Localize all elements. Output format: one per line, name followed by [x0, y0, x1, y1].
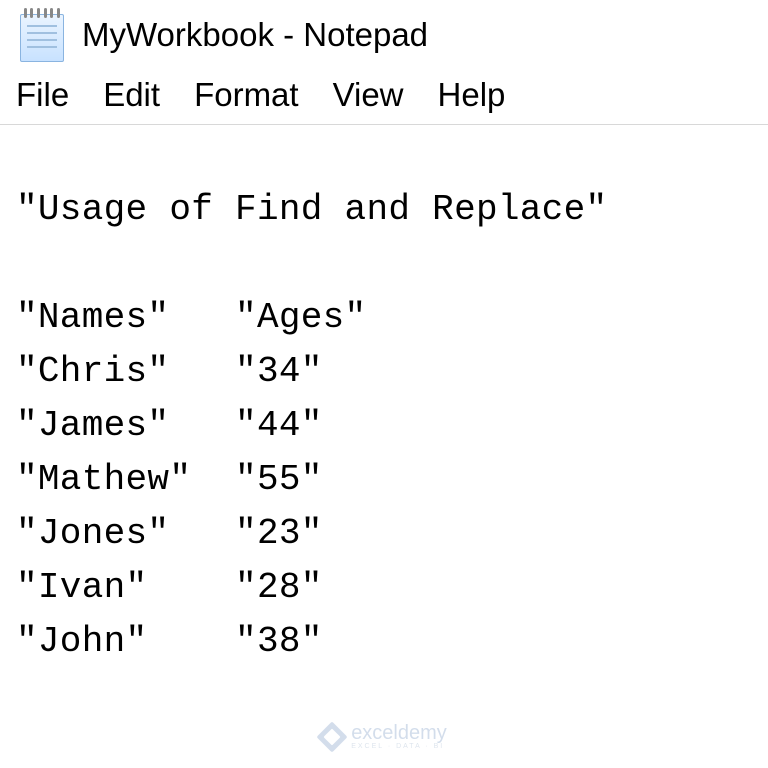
- menu-bar: File Edit Format View Help: [0, 70, 768, 125]
- watermark-tagline: EXCEL · DATA · BI: [351, 743, 447, 750]
- window-title: MyWorkbook - Notepad: [82, 16, 428, 54]
- doc-line: "James" "44": [16, 405, 323, 446]
- menu-view[interactable]: View: [333, 76, 404, 114]
- menu-file[interactable]: File: [16, 76, 69, 114]
- window-titlebar: MyWorkbook - Notepad: [0, 0, 768, 70]
- doc-line: "John" "38": [16, 621, 323, 662]
- doc-line: "Ivan" "28": [16, 567, 323, 608]
- menu-help[interactable]: Help: [438, 76, 506, 114]
- menu-edit[interactable]: Edit: [103, 76, 160, 114]
- doc-line: "Names" "Ages": [16, 297, 366, 338]
- watermark-text: exceldemy EXCEL · DATA · BI: [351, 723, 447, 750]
- doc-line: "Chris" "34": [16, 351, 323, 392]
- text-editor-area[interactable]: "Usage of Find and Replace" "Names" "Age…: [0, 125, 768, 669]
- watermark: exceldemy EXCEL · DATA · BI: [0, 723, 768, 750]
- watermark-brand: exceldemy: [351, 722, 447, 744]
- notepad-app-icon: [20, 8, 64, 62]
- doc-line: "Jones" "23": [16, 513, 323, 554]
- doc-line: "Usage of Find and Replace": [16, 189, 607, 230]
- menu-format[interactable]: Format: [194, 76, 299, 114]
- watermark-logo-icon: [317, 721, 348, 752]
- doc-line: "Mathew" "55": [16, 459, 323, 500]
